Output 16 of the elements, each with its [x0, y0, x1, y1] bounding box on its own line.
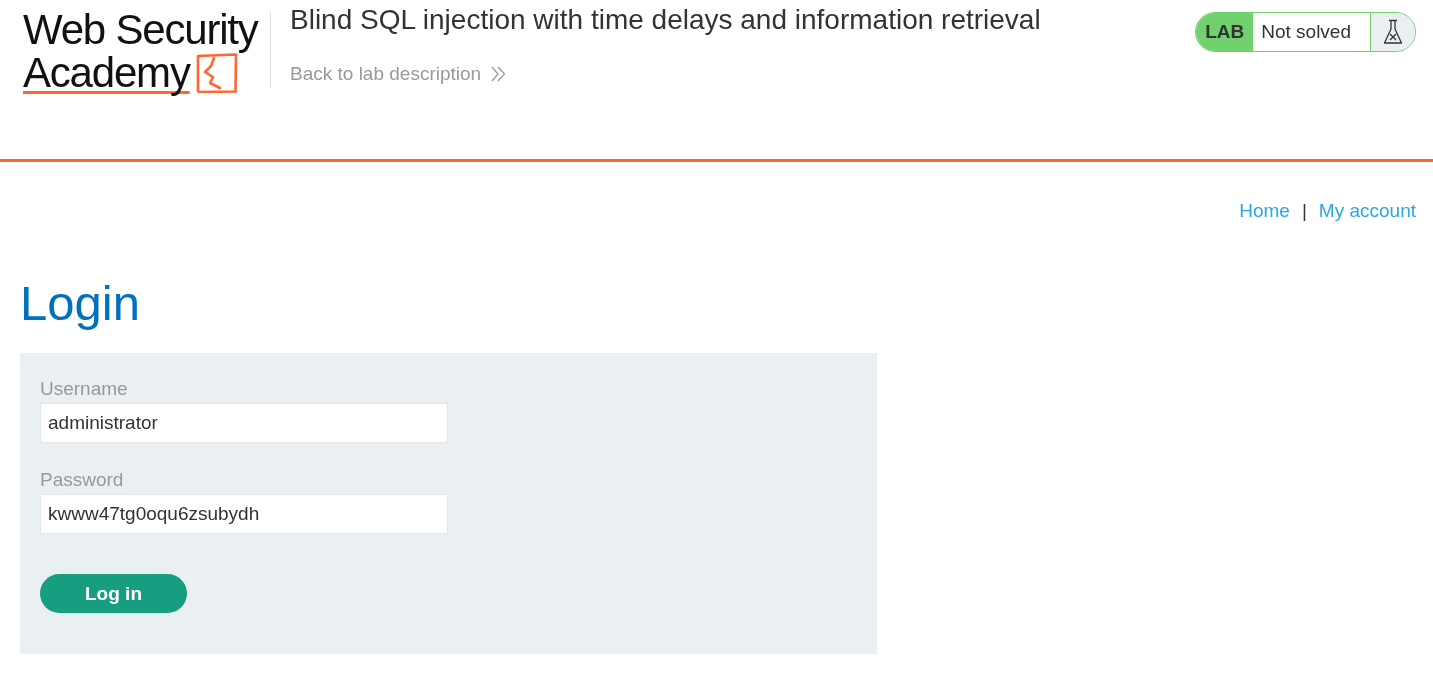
lab-badge: LAB [1196, 13, 1254, 51]
lab-title: Blind SQL injection with time delays and information retrieval [290, 4, 1041, 36]
nav-link[interactable]: My account [1318, 200, 1416, 222]
field-label: Username [40, 377, 128, 400]
login-button[interactable]: Log in [40, 574, 187, 613]
login-heading: Login [20, 275, 141, 331]
double-chevron-icon [491, 66, 507, 82]
back-link[interactable]: Back to lab description [290, 63, 507, 85]
logo-icon [195, 53, 238, 93]
nav-link[interactable]: Home [1239, 200, 1290, 222]
field-label: Password [40, 468, 124, 491]
flask-icon[interactable] [1370, 13, 1415, 51]
logo-text: Academy [23, 50, 190, 96]
input-field[interactable]: administrator [40, 403, 448, 443]
nav-separator: | [1301, 200, 1307, 222]
input-field[interactable]: kwww47tg0oqu6zsubydh [40, 494, 448, 534]
